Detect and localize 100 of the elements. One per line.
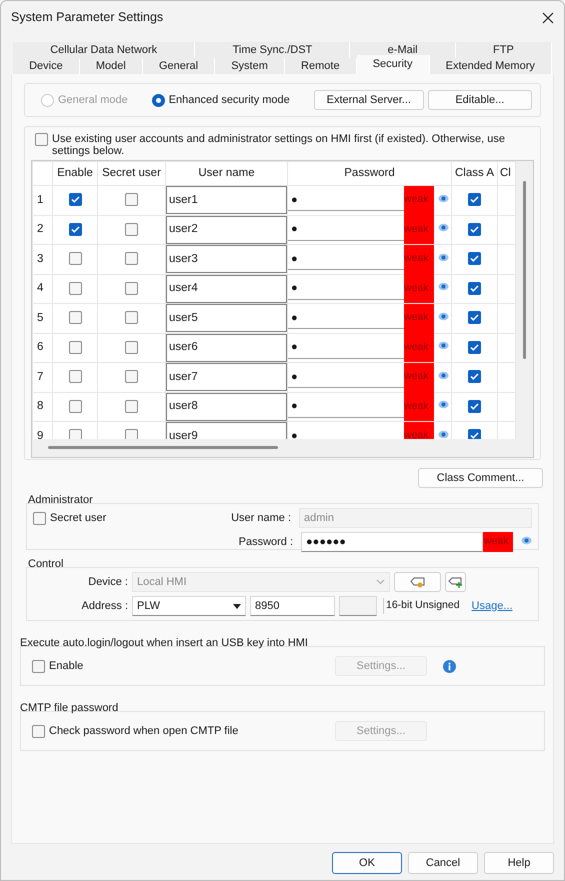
add-tag-icon bbox=[448, 576, 463, 588]
tab[interactable]: Time Sync./DST bbox=[195, 42, 350, 58]
checkbox[interactable] bbox=[68, 340, 82, 354]
tab[interactable]: Model bbox=[80, 58, 143, 74]
checkbox[interactable] bbox=[468, 193, 481, 206]
checkbox-option[interactable]: Check password when open CMTP file bbox=[32, 722, 335, 740]
password-strength: weak bbox=[404, 304, 434, 333]
eye-icon[interactable] bbox=[521, 536, 532, 545]
checkbox[interactable] bbox=[125, 429, 138, 439]
user-name-field[interactable]: user4 bbox=[166, 274, 287, 303]
button[interactable]: Editable... bbox=[428, 90, 532, 110]
checkbox[interactable] bbox=[468, 429, 481, 439]
checkbox[interactable] bbox=[125, 311, 138, 324]
tab[interactable]: FTP bbox=[456, 42, 552, 58]
user-name-field[interactable]: user3 bbox=[166, 245, 287, 274]
eye-icon[interactable] bbox=[438, 194, 449, 203]
checkbox[interactable] bbox=[125, 370, 138, 384]
checkbox[interactable] bbox=[68, 429, 82, 439]
close-icon[interactable] bbox=[542, 12, 554, 24]
tab[interactable]: Device bbox=[13, 58, 80, 74]
checkbox[interactable] bbox=[468, 311, 481, 324]
eye-icon[interactable] bbox=[438, 400, 449, 410]
usage-link[interactable]: Usage... bbox=[472, 598, 513, 614]
eye-icon[interactable] bbox=[438, 252, 449, 262]
checkbox[interactable] bbox=[68, 282, 82, 295]
row-number: 5 bbox=[36, 312, 44, 324]
user-name-field[interactable]: user2 bbox=[166, 216, 287, 244]
checkbox[interactable] bbox=[35, 133, 48, 146]
checkbox[interactable] bbox=[125, 193, 138, 206]
button[interactable]: External Server... bbox=[314, 90, 424, 110]
checkbox[interactable] bbox=[68, 193, 82, 206]
dropdown-value: Local HMI bbox=[137, 574, 187, 590]
user-name-field[interactable]: user6 bbox=[166, 334, 287, 362]
dropdown-value: PLW bbox=[137, 598, 160, 614]
tab[interactable]: Remote bbox=[284, 58, 357, 74]
eye-icon[interactable] bbox=[438, 312, 449, 321]
field-label: Password : bbox=[238, 534, 294, 550]
checkbox[interactable] bbox=[125, 282, 138, 295]
checkbox[interactable] bbox=[125, 340, 138, 354]
checkbox[interactable] bbox=[468, 340, 481, 354]
password-strength: weak bbox=[483, 532, 513, 552]
eye-icon[interactable] bbox=[438, 370, 449, 380]
caret-icon bbox=[233, 604, 241, 608]
horizontal-scrollbar[interactable] bbox=[32, 439, 533, 457]
eye-icon[interactable] bbox=[438, 282, 449, 292]
user-name-field[interactable]: user7 bbox=[166, 363, 287, 392]
dialog-button[interactable]: Cancel bbox=[408, 852, 478, 874]
checkbox[interactable] bbox=[468, 400, 481, 413]
tag-button[interactable] bbox=[394, 572, 441, 592]
checkbox[interactable] bbox=[468, 282, 481, 295]
user-name-field[interactable]: user8 bbox=[166, 392, 287, 421]
tab[interactable]: Extended Memory bbox=[430, 58, 552, 74]
row-number: 1 bbox=[36, 194, 44, 206]
checkbox[interactable] bbox=[125, 400, 138, 413]
checkbox[interactable] bbox=[32, 660, 45, 672]
checkbox[interactable] bbox=[68, 222, 82, 236]
checkbox[interactable] bbox=[68, 370, 82, 384]
dialog-button[interactable]: Help bbox=[484, 852, 554, 874]
dialog-button[interactable]: OK bbox=[332, 852, 402, 874]
eye-icon[interactable] bbox=[438, 223, 449, 232]
section-title: Control bbox=[28, 558, 64, 571]
column-header: Class A bbox=[452, 162, 498, 186]
extra-field[interactable] bbox=[339, 596, 377, 616]
checkbox[interactable] bbox=[68, 252, 82, 266]
address-type-dropdown[interactable]: PLW bbox=[132, 596, 246, 616]
checkbox[interactable] bbox=[68, 400, 82, 413]
checkbox[interactable] bbox=[125, 252, 138, 266]
info-icon[interactable] bbox=[443, 660, 456, 672]
checkbox-option[interactable]: Secret user bbox=[33, 510, 198, 526]
vertical-scrollbar[interactable] bbox=[516, 161, 533, 439]
password-strength: weak bbox=[404, 392, 434, 422]
tab[interactable]: System bbox=[215, 58, 285, 74]
checkbox-label: Enable bbox=[49, 658, 84, 674]
add-tag-button[interactable] bbox=[445, 572, 466, 592]
password-field[interactable]: ●●●●●● bbox=[301, 532, 483, 552]
tab[interactable]: General bbox=[142, 58, 216, 74]
checkbox[interactable] bbox=[468, 370, 481, 384]
row-number: 9 bbox=[36, 430, 44, 439]
checkbox[interactable] bbox=[33, 512, 46, 524]
data-type-label: 16-bit Unsigned bbox=[383, 598, 460, 614]
checkbox[interactable] bbox=[32, 724, 45, 738]
user-name-field[interactable]: user1 bbox=[166, 186, 287, 214]
row-number: 7 bbox=[36, 370, 44, 383]
radio-option[interactable]: Enhanced security mode bbox=[152, 92, 290, 108]
password-strength: weak bbox=[404, 362, 434, 392]
checkbox[interactable] bbox=[68, 311, 82, 324]
checkbox-option[interactable]: Use existing user accounts and administrator settings on HMI first (if existed). Otherwise, use settings below. bbox=[25, 127, 540, 160]
eye-icon[interactable] bbox=[438, 341, 449, 350]
tab[interactable]: Cellular Data Network bbox=[13, 42, 196, 58]
checkbox[interactable] bbox=[468, 252, 481, 266]
class-comment-button[interactable]: Class Comment... bbox=[418, 468, 543, 488]
checkbox[interactable] bbox=[125, 222, 138, 236]
checkbox[interactable] bbox=[468, 222, 481, 236]
column-header: User name bbox=[166, 162, 288, 186]
user-name-field[interactable]: user9 bbox=[166, 422, 287, 439]
user-name-field[interactable]: user5 bbox=[166, 304, 287, 332]
eye-icon[interactable] bbox=[438, 430, 449, 439]
checkbox-option[interactable]: Enable bbox=[32, 658, 335, 674]
tab[interactable]: Security bbox=[356, 55, 430, 74]
address-field[interactable]: 8950 bbox=[250, 596, 335, 616]
